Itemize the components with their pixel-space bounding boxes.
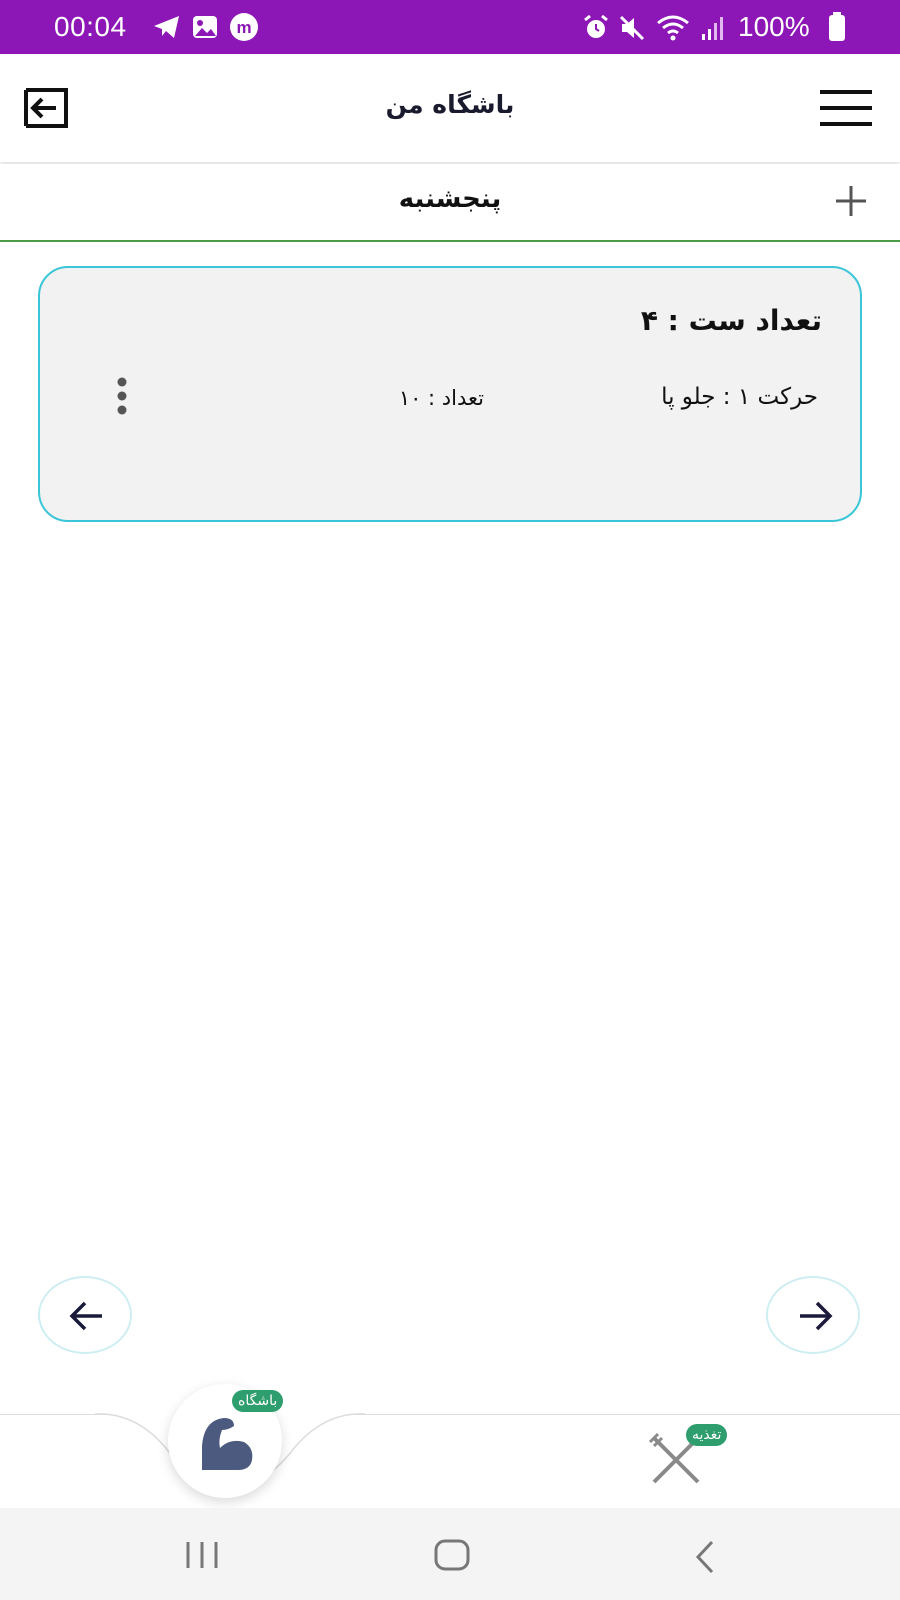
telegram-icon bbox=[154, 16, 179, 38]
arrow-right-icon bbox=[800, 1301, 833, 1331]
mute-icon bbox=[619, 15, 645, 41]
workout-card[interactable]: تعداد ست : ۴ حرکت ۱ : جلو پا تعداد : ۱۰ bbox=[38, 266, 862, 522]
status-bar: 00:04 m 100% bbox=[0, 0, 900, 54]
day-header: پنجشنبه bbox=[0, 164, 900, 242]
more-vertical-icon[interactable] bbox=[110, 376, 134, 416]
plus-icon[interactable] bbox=[832, 182, 870, 220]
battery-icon bbox=[829, 12, 845, 41]
flexed-arm-icon bbox=[202, 1418, 253, 1470]
battery-percent: 100% bbox=[738, 11, 810, 42]
status-time: 00:04 bbox=[54, 11, 127, 42]
hamburger-menu-icon[interactable] bbox=[818, 88, 874, 128]
gallery-icon bbox=[193, 16, 217, 38]
system-nav-bar bbox=[0, 1508, 900, 1600]
back-icon[interactable] bbox=[690, 1538, 720, 1576]
page-title: باشگاه من bbox=[385, 90, 515, 119]
wifi-icon bbox=[657, 15, 689, 41]
next-button[interactable] bbox=[766, 1276, 860, 1354]
exercise-name: حرکت ۱ : جلو پا bbox=[661, 384, 818, 410]
exercise-reps: تعداد : ۱۰ bbox=[398, 386, 484, 410]
set-count: تعداد ست : ۴ bbox=[640, 304, 822, 337]
arrow-left-icon bbox=[69, 1301, 102, 1331]
messenger-m-icon: m bbox=[230, 13, 258, 41]
recent-apps-icon[interactable] bbox=[182, 1538, 222, 1572]
day-title: پنجشنبه bbox=[398, 184, 502, 214]
prev-button[interactable] bbox=[38, 1276, 132, 1354]
tab-food-label: تغذیه bbox=[686, 1424, 728, 1446]
signal-icon bbox=[702, 17, 723, 40]
exit-icon[interactable] bbox=[22, 86, 72, 130]
app-bar: باشگاه من bbox=[0, 54, 900, 162]
svg-text:m: m bbox=[236, 18, 251, 37]
alarm-icon bbox=[584, 14, 608, 38]
home-icon[interactable] bbox=[432, 1538, 472, 1572]
tab-gym-label: باشگاه bbox=[232, 1390, 284, 1412]
